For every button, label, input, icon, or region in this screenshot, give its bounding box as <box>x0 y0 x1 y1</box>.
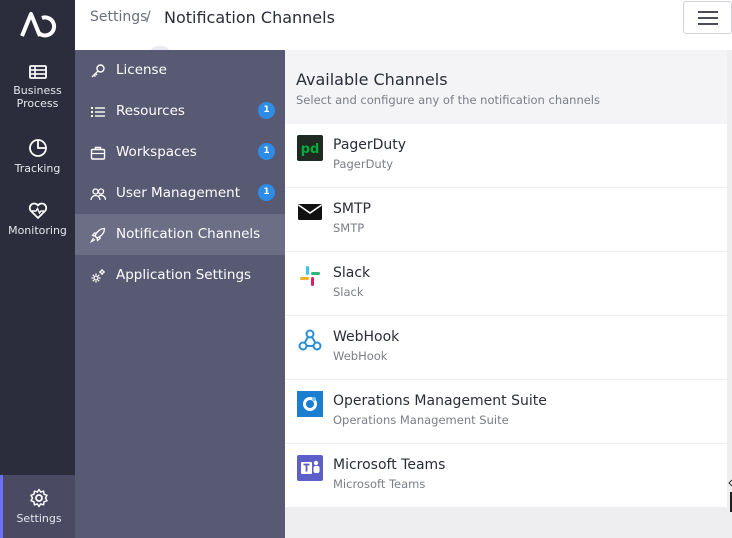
channel-description: Microsoft Teams <box>333 477 426 491</box>
nav-label: Resources <box>116 103 185 119</box>
channel-name: Operations Management Suite <box>333 393 547 409</box>
oms-icon <box>297 391 323 417</box>
rail-item-tracking[interactable]: Tracking <box>0 138 75 175</box>
rail-item-monitoring[interactable]: Monitoring <box>0 202 75 237</box>
count-badge: 1 <box>258 102 275 119</box>
settings-nav: License Resources 1 Workspaces 1 User Ma… <box>75 50 285 538</box>
channel-description: SMTP <box>333 221 365 235</box>
cogs-icon <box>91 269 105 283</box>
key-icon <box>91 64 105 78</box>
channel-name: SMTP <box>333 201 371 217</box>
nav-item-workspaces[interactable]: Workspaces 1 <box>75 132 285 173</box>
rail-label-settings: Settings <box>16 512 62 525</box>
list-icon <box>91 107 105 117</box>
hamburger-menu-button[interactable] <box>683 1 732 34</box>
channel-description: PagerDuty <box>333 157 394 171</box>
channels-header: Available Channels Select and configure … <box>285 50 727 124</box>
count-badge: 1 <box>258 184 275 201</box>
nav-item-resources[interactable]: Resources 1 <box>75 91 285 132</box>
breadcrumb-root[interactable]: Settings <box>90 9 147 25</box>
channel-item-oms[interactable]: Operations Management Suite Operations M… <box>285 380 727 443</box>
nav-item-notification-channels[interactable]: Notification Channels <box>75 214 285 255</box>
users-icon <box>90 188 106 201</box>
main-content: Available Channels Select and configure … <box>285 50 732 538</box>
channel-name: Slack <box>333 265 371 281</box>
rocket-icon <box>90 227 106 243</box>
rail-label-monitoring: Monitoring <box>8 224 67 237</box>
channel-description: Slack <box>333 285 364 299</box>
top-bar: Settings / Notification Channels <box>75 0 732 50</box>
channel-description: WebHook <box>333 349 388 363</box>
nav-label: User Management <box>116 185 240 201</box>
nav-label: Application Settings <box>116 267 252 283</box>
channel-name: WebHook <box>333 329 400 345</box>
nav-item-user-management[interactable]: User Management 1 <box>75 173 285 214</box>
channel-name: Microsoft Teams <box>333 457 446 473</box>
channel-name: PagerDuty <box>333 137 407 153</box>
channel-item-smtp[interactable]: SMTP SMTP <box>285 188 727 251</box>
channel-item-slack[interactable]: Slack Slack <box>285 252 727 315</box>
nav-label: License <box>116 62 167 78</box>
channel-item-microsoft-teams[interactable]: Microsoft Teams Microsoft Teams <box>285 444 727 507</box>
hamburger-line <box>698 11 718 13</box>
tracking-icon <box>28 139 47 157</box>
nav-item-application-settings[interactable]: Application Settings <box>75 255 285 296</box>
section-subtitle: Select and configure any of the notifica… <box>296 93 600 107</box>
webhook-icon <box>298 329 322 351</box>
scrollbar-edge-icon[interactable] <box>727 476 732 516</box>
nav-label: Notification Channels <box>116 226 261 242</box>
rail-item-business-process[interactable]: Business Process <box>0 64 75 110</box>
business-process-icon <box>28 65 47 79</box>
slack-icon <box>300 266 320 286</box>
section-title: Available Channels <box>296 70 448 89</box>
app-logo-icon[interactable] <box>19 10 57 38</box>
gear-icon <box>30 488 48 508</box>
hamburger-line <box>698 23 718 25</box>
mail-icon <box>298 204 322 220</box>
breadcrumb-separator: / <box>146 9 151 25</box>
pagerduty-icon: pd <box>297 135 323 161</box>
teams-icon <box>297 455 323 481</box>
app-rail: Business Process Tracking Monitoring Set… <box>0 0 75 538</box>
channel-item-pagerduty[interactable]: pd PagerDuty PagerDuty <box>285 124 727 187</box>
rail-item-settings[interactable]: Settings <box>0 475 75 538</box>
page-title: Notification Channels <box>164 8 335 27</box>
svg-text:pd: pd <box>301 142 320 157</box>
nav-item-license[interactable]: License <box>75 50 285 91</box>
rail-label-business: Business <box>13 84 62 97</box>
rail-label-process: Process <box>16 97 59 110</box>
monitoring-icon <box>28 202 47 219</box>
briefcase-icon <box>90 146 106 160</box>
count-badge: 1 <box>258 143 275 160</box>
channel-description: Operations Management Suite <box>333 413 509 427</box>
hamburger-line <box>698 17 718 19</box>
nav-label: Workspaces <box>116 144 197 160</box>
rail-label-tracking: Tracking <box>14 162 61 175</box>
channel-item-webhook[interactable]: WebHook WebHook <box>285 316 727 379</box>
